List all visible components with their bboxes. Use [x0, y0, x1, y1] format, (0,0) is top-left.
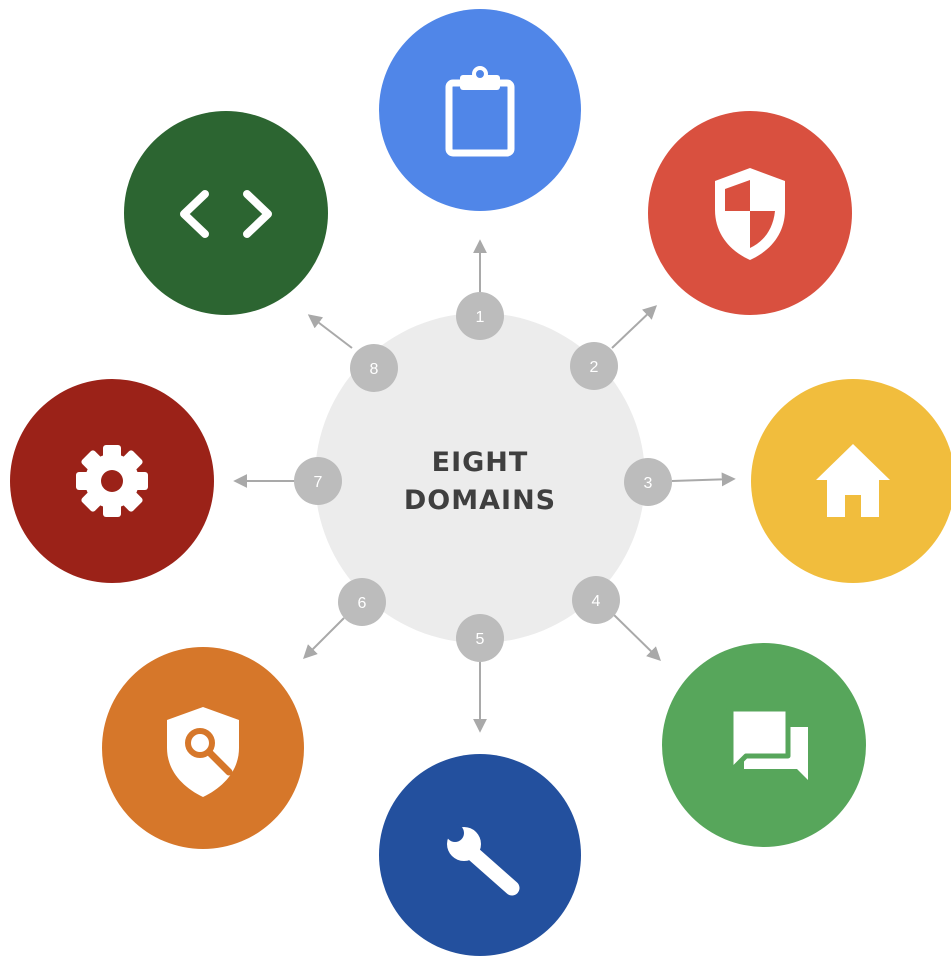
eight-domains-diagram: EIGHT DOMAINS 1 2 3 4 5 6 7 8 — [10, 9, 951, 956]
badge-number: 3 — [644, 475, 653, 492]
domain-4-circle — [662, 643, 866, 847]
badge-3: 3 — [624, 458, 672, 506]
badge-2: 2 — [570, 342, 618, 390]
badge-4: 4 — [572, 576, 620, 624]
domain-1-circle — [379, 9, 581, 211]
badge-8: 8 — [350, 344, 398, 392]
domain-5-circle — [379, 754, 581, 956]
gear-icon — [76, 445, 148, 517]
badge-6: 6 — [338, 578, 386, 626]
badge-number: 1 — [476, 309, 485, 326]
domain-7-circle — [10, 379, 214, 583]
domain-6-circle — [102, 647, 304, 849]
arrow-3 — [671, 472, 736, 487]
badge-7: 7 — [294, 457, 342, 505]
center-title-line-1: EIGHT — [432, 447, 529, 478]
arrow-6 — [303, 617, 345, 659]
arrow-8 — [307, 314, 353, 349]
badge-number: 6 — [358, 595, 367, 612]
domain-8-circle — [124, 111, 328, 315]
arrow-2 — [611, 305, 658, 349]
domain-3-circle — [751, 379, 951, 583]
badge-number: 7 — [314, 474, 323, 491]
badge-number: 2 — [590, 359, 599, 376]
badge-number: 8 — [370, 361, 379, 378]
center-title-line-2: DOMAINS — [404, 485, 556, 516]
badge-5: 5 — [456, 614, 504, 662]
badge-1: 1 — [456, 292, 504, 340]
badge-number: 4 — [592, 593, 601, 610]
domain-2-circle — [648, 111, 852, 315]
arrow-4 — [611, 612, 662, 661]
badge-number: 5 — [476, 631, 485, 648]
